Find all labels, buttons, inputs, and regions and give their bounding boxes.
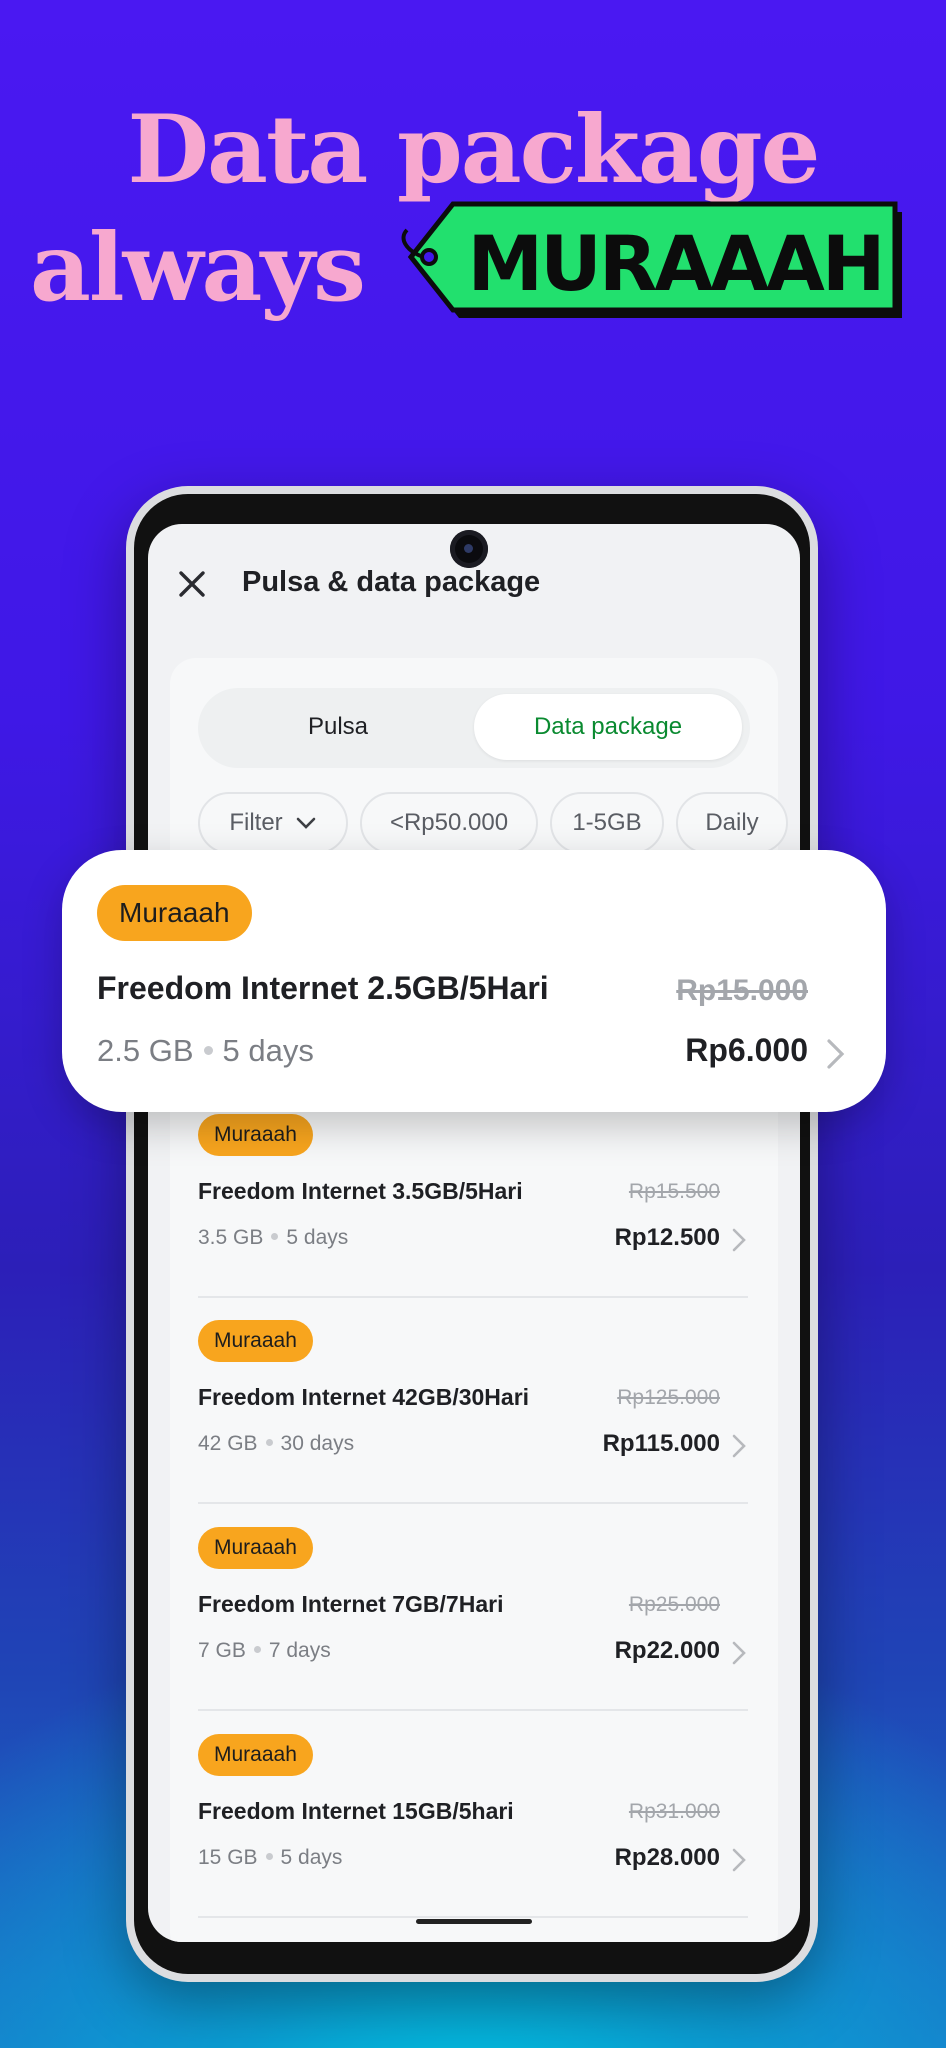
package-name: Freedom Internet 3.5GB/5Hari [198,1178,523,1204]
package-size: 15 GB [198,1846,258,1869]
promo-badge: Muraaah [198,1734,313,1776]
package-duration: 5 days [222,1033,314,1068]
list-item[interactable]: Muraaah Freedom Internet 3.5GB/5Hari Rp1… [148,1114,800,1320]
old-price: Rp15.000 [676,974,808,1007]
chevron-right-icon [732,1848,746,1872]
chevron-right-icon [732,1641,746,1665]
chip-size[interactable]: 1-5GB [550,792,664,854]
divider [198,1502,748,1504]
price: Rp115.000 [602,1430,720,1457]
package-size: 7 GB [198,1639,246,1662]
package-size: 2.5 GB [97,1033,194,1068]
tab-switcher: Pulsa Data package [198,688,750,768]
chip-price[interactable]: <Rp50.000 [360,792,538,854]
package-name: Freedom Internet 2.5GB/5Hari [97,970,549,1006]
old-price: Rp31.000 [628,1800,720,1823]
list-item[interactable]: Muraaah Freedom Internet 7GB/7Hari Rp25.… [148,1527,800,1733]
price: Rp12.500 [614,1224,720,1251]
package-name: Freedom Internet 7GB/7Hari [198,1591,504,1617]
chevron-down-icon [296,817,315,829]
package-duration: 5 days [280,1846,343,1869]
package-size: 3.5 GB [198,1226,264,1249]
headline-line-1: Data package [127,95,821,205]
price: Rp28.000 [614,1844,720,1871]
old-price: Rp25.000 [628,1593,720,1616]
divider [198,1916,748,1918]
filter-label: Filter [229,809,283,836]
divider [198,1709,748,1711]
divider [198,1296,748,1298]
old-price: Rp125.000 [617,1386,720,1409]
headline-line-2: always [30,213,366,323]
package-meta: 3.5 GB 5 days [198,1226,348,1250]
filter-button[interactable]: Filter [198,792,348,854]
home-indicator [416,1919,532,1924]
price: Rp6.000 [685,1032,808,1068]
promo-badge: Muraaah [198,1527,313,1569]
package-duration: 7 days [268,1639,331,1662]
tab-data-package[interactable]: Data package [474,694,742,760]
package-meta: 7 GB 7 days [198,1639,331,1663]
package-meta: 15 GB 5 days [198,1846,342,1870]
camera-icon [450,530,488,568]
package-meta: 2.5 GB 5 days [97,1033,314,1069]
close-icon[interactable] [174,566,210,602]
promo-badge: Muraaah [198,1320,313,1362]
price: Rp22.000 [614,1637,720,1664]
package-duration: 5 days [286,1226,349,1249]
package-duration: 30 days [280,1432,355,1455]
page-title: Pulsa & data package [242,566,541,598]
promo-badge: Muraaah [198,1114,313,1156]
price-tag-graphic: MURAAAH [395,200,907,322]
list-item[interactable]: Muraaah Freedom Internet 15GB/5hari Rp31… [148,1734,800,1940]
chevron-right-icon [827,1039,845,1069]
chip-daily[interactable]: Daily [676,792,788,854]
chevron-right-icon [732,1228,746,1252]
tab-pulsa[interactable]: Pulsa [204,694,472,760]
old-price: Rp15.500 [628,1180,720,1203]
app-screen: Pulsa & data package Pulsa Data package … [148,524,800,1942]
package-size: 42 GB [198,1432,258,1455]
promo-badge: Muraaah [97,885,252,941]
chevron-right-icon [732,1434,746,1458]
highlight-package-card[interactable]: Muraaah Freedom Internet 2.5GB/5Hari Rp1… [62,850,886,1112]
package-name: Freedom Internet 42GB/30Hari [198,1384,530,1410]
list-item[interactable]: Muraaah Freedom Internet 42GB/30Hari Rp1… [148,1320,800,1526]
package-meta: 42 GB 30 days [198,1432,354,1456]
package-name: Freedom Internet 15GB/5hari [198,1798,514,1824]
tag-text: MURAAAH [467,218,886,308]
